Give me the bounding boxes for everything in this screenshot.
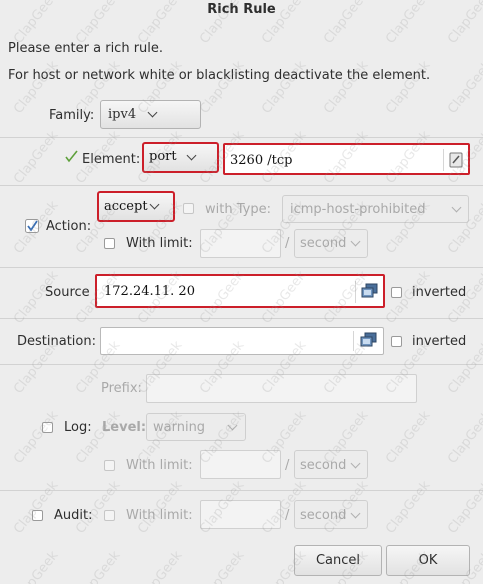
action-type-dropdown[interactable]: icmp-host-prohibited bbox=[282, 195, 469, 223]
with-type-checkbox[interactable] bbox=[183, 203, 194, 214]
watermark-text: ClapGeek bbox=[445, 478, 483, 537]
action-limit-unit-dropdown[interactable]: second bbox=[294, 229, 368, 258]
element-type-dropdown[interactable]: port bbox=[142, 142, 219, 173]
log-level-dropdown[interactable]: warning bbox=[146, 413, 246, 441]
slash-separator: / bbox=[285, 508, 290, 523]
log-limit-input[interactable] bbox=[200, 450, 281, 479]
watermark-text: ClapGeek bbox=[73, 548, 124, 584]
watermark-text: ClapGeek bbox=[445, 58, 483, 117]
chevron-down-icon bbox=[451, 202, 462, 213]
destination-label: Destination: bbox=[17, 334, 96, 349]
separator bbox=[0, 267, 483, 268]
watermark-text: ClapGeek bbox=[445, 408, 483, 467]
edit-icon[interactable] bbox=[448, 152, 464, 172]
element-label: Element: bbox=[82, 152, 141, 167]
action-limit-unit: second bbox=[300, 236, 347, 251]
action-dropdown[interactable]: accept bbox=[97, 191, 175, 222]
action-checkbox[interactable] bbox=[25, 219, 39, 233]
separator bbox=[0, 318, 483, 319]
chevron-down-icon bbox=[227, 420, 238, 431]
source-inverted-label: inverted bbox=[412, 285, 467, 300]
action-limit-input[interactable] bbox=[200, 229, 281, 258]
watermark-text: ClapGeek bbox=[383, 478, 434, 537]
source-field[interactable]: 172.24.11. 20 bbox=[95, 274, 385, 308]
family-value: ipv4 bbox=[108, 107, 137, 122]
with-type-label: with Type: bbox=[205, 202, 271, 217]
log-level-value: warning bbox=[153, 420, 206, 435]
watermark-text: ClapGeek bbox=[383, 408, 434, 467]
network-icon[interactable] bbox=[360, 332, 377, 353]
family-dropdown[interactable]: ipv4 bbox=[100, 100, 201, 129]
audit-with-limit-checkbox[interactable] bbox=[104, 510, 115, 521]
watermark-text: ClapGeek bbox=[197, 548, 248, 584]
chevron-down-icon bbox=[149, 199, 160, 210]
separator bbox=[0, 137, 483, 138]
source-value: 172.24.11. 20 bbox=[104, 284, 195, 299]
log-with-limit-label: With limit: bbox=[126, 458, 193, 473]
chevron-down-icon bbox=[147, 107, 158, 118]
action-label: Action: bbox=[46, 219, 92, 234]
element-type-value: port bbox=[149, 149, 177, 164]
field-divider bbox=[443, 149, 444, 171]
audit-with-limit-label: With limit: bbox=[126, 508, 193, 523]
intro-line-1: Please enter a rich rule. bbox=[8, 41, 164, 56]
chevron-down-icon bbox=[186, 150, 197, 161]
separator bbox=[0, 490, 483, 491]
separator bbox=[0, 364, 483, 365]
intro-line-2: For host or network white or blacklistin… bbox=[8, 68, 431, 83]
separator bbox=[0, 185, 483, 186]
chevron-down-icon bbox=[350, 458, 361, 469]
slash-separator: / bbox=[285, 458, 290, 473]
log-with-limit-checkbox[interactable] bbox=[104, 460, 115, 471]
field-divider bbox=[355, 281, 356, 303]
ok-button[interactable]: OK bbox=[386, 545, 470, 576]
family-label: Family: bbox=[49, 108, 95, 123]
check-icon bbox=[25, 219, 39, 233]
log-limit-unit: second bbox=[300, 458, 347, 473]
element-value-field[interactable]: 3260 /tcp bbox=[223, 143, 470, 175]
audit-limit-unit-dropdown[interactable]: second bbox=[294, 500, 368, 529]
watermark-text: ClapGeek bbox=[11, 408, 62, 467]
destination-inverted-label: inverted bbox=[412, 334, 467, 349]
audit-checkbox[interactable] bbox=[32, 510, 43, 521]
dialog-title: Rich Rule bbox=[207, 2, 276, 17]
watermark-text: ClapGeek bbox=[11, 548, 62, 584]
action-with-limit-label: With limit: bbox=[126, 236, 193, 251]
log-prefix-input[interactable] bbox=[146, 374, 417, 403]
slash-separator: / bbox=[285, 236, 290, 251]
source-inverted-checkbox[interactable] bbox=[391, 287, 402, 298]
audit-limit-input[interactable] bbox=[200, 500, 281, 529]
watermark-text: ClapGeek bbox=[135, 548, 186, 584]
cancel-button[interactable]: Cancel bbox=[294, 545, 382, 576]
destination-inverted-checkbox[interactable] bbox=[391, 336, 402, 347]
check-icon bbox=[65, 150, 78, 163]
action-type-value: icmp-host-prohibited bbox=[290, 202, 426, 217]
audit-limit-unit: second bbox=[300, 508, 347, 523]
chevron-down-icon bbox=[350, 236, 361, 247]
chevron-down-icon bbox=[350, 508, 361, 519]
audit-label: Audit: bbox=[54, 508, 93, 523]
log-limit-unit-dropdown[interactable]: second bbox=[294, 450, 368, 479]
action-value: accept bbox=[104, 199, 148, 214]
action-with-limit-checkbox[interactable] bbox=[104, 238, 115, 249]
destination-field[interactable] bbox=[100, 327, 384, 355]
network-icon[interactable] bbox=[361, 283, 378, 304]
element-value: 3260 /tcp bbox=[230, 153, 293, 168]
element-checkbox[interactable] bbox=[64, 149, 78, 163]
log-level-label: Level: bbox=[102, 420, 147, 435]
field-divider bbox=[353, 331, 354, 351]
log-checkbox[interactable] bbox=[42, 422, 53, 433]
log-prefix-label: Prefix: bbox=[101, 381, 142, 396]
source-label: Source bbox=[45, 285, 90, 300]
watermark-text: ClapGeek bbox=[73, 408, 124, 467]
log-label: Log: bbox=[64, 420, 92, 435]
